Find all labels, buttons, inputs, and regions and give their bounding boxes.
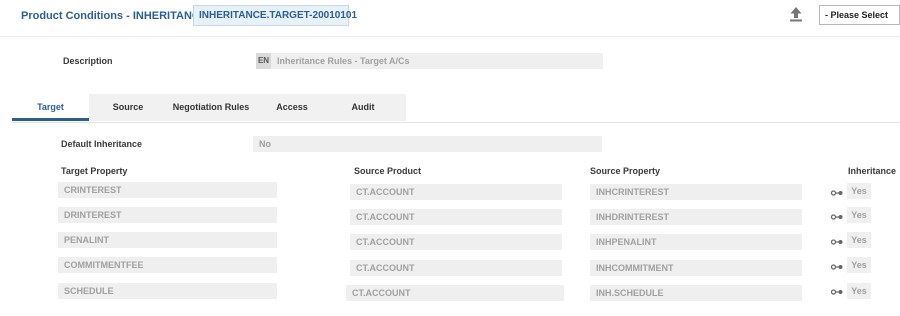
tabs-divider [12, 122, 900, 123]
link-icon[interactable] [831, 288, 843, 296]
tab-negotiation-rules[interactable]: Negotiation Rules [165, 94, 257, 121]
default-inheritance-field[interactable]: No [253, 136, 602, 152]
source-property-field[interactable]: INHCOMMITMENT [590, 260, 802, 276]
link-icon[interactable] [831, 213, 843, 221]
default-inheritance-label: Default Inheritance [61, 139, 143, 149]
target-property-field[interactable]: CRINTEREST [58, 182, 277, 198]
source-property-field[interactable]: INHPENALINT [590, 234, 802, 250]
link-icon[interactable] [831, 238, 843, 246]
link-icon[interactable] [831, 263, 843, 271]
language-badge: EN [256, 53, 271, 69]
source-product-field[interactable]: CT.ACCOUNT [350, 234, 562, 250]
target-property-header: Target Property [61, 166, 128, 176]
target-property-field[interactable]: SCHEDULE [58, 283, 277, 299]
tab-target[interactable]: Target [12, 94, 89, 121]
source-product-field[interactable]: CT.ACCOUNT [350, 184, 562, 200]
source-property-field[interactable]: INHCRINTEREST [590, 184, 802, 200]
tab-access[interactable]: Access [265, 94, 319, 121]
target-property-field[interactable]: DRINTEREST [58, 207, 277, 223]
source-product-field[interactable]: CT.ACCOUNT [346, 285, 564, 301]
tab-source[interactable]: Source [97, 94, 159, 121]
target-property-field[interactable]: PENALINT [58, 232, 277, 248]
source-product-field[interactable]: CT.ACCOUNT [350, 260, 562, 276]
inheritance-field[interactable]: Yes [847, 283, 871, 299]
inheritance-field[interactable]: Yes [847, 183, 871, 199]
inheritance-field[interactable]: Yes [847, 232, 871, 248]
upload-icon[interactable] [789, 6, 803, 22]
source-product-header: Source Product [354, 166, 422, 176]
page-title: Product Conditions - INHERITANCE [21, 10, 208, 22]
link-icon[interactable] [831, 189, 843, 197]
header-divider [0, 36, 900, 37]
inheritance-field[interactable]: Yes [847, 207, 871, 223]
source-product-field[interactable]: CT.ACCOUNT [350, 209, 562, 225]
source-property-header: Source Property [590, 166, 661, 176]
description-label: Description [63, 56, 113, 66]
tab-audit[interactable]: Audit [338, 94, 388, 121]
inheritance-field[interactable]: Yes [847, 257, 871, 273]
record-id-badge: INHERITANCE.TARGET-20010101 [193, 5, 357, 26]
source-property-field[interactable]: INHDRINTEREST [590, 209, 802, 225]
source-property-field[interactable]: INH.SCHEDULE [590, 285, 802, 301]
action-select[interactable]: - Please Select [819, 5, 900, 25]
target-property-field[interactable]: COMMITMENTFEE [58, 257, 277, 273]
description-field[interactable]: Inheritance Rules - Target A/Cs [271, 53, 603, 69]
inheritance-header: Inheritance [848, 166, 897, 176]
